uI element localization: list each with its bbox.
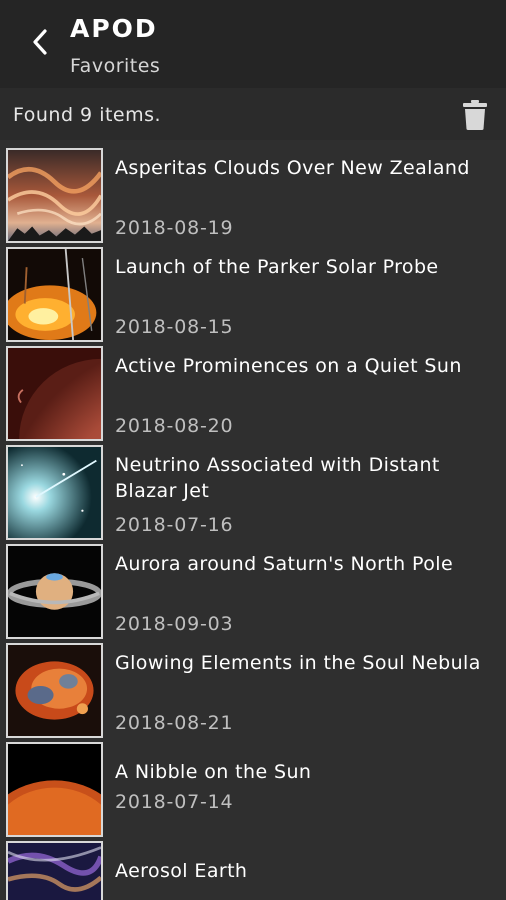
- list-item[interactable]: Launch of the Parker Solar Probe 2018-08…: [0, 244, 506, 343]
- thumbnail-image: [6, 643, 103, 738]
- thumbnail-image: [6, 445, 103, 540]
- app-bar: APOD Favorites: [0, 0, 506, 88]
- item-title: Aurora around Saturn's North Pole: [115, 553, 454, 575]
- item-title: Launch of the Parker Solar Probe: [115, 256, 439, 278]
- thumbnail-image: [6, 544, 103, 639]
- chevron-left-icon: [33, 29, 47, 55]
- list-item[interactable]: Aerosol Earth: [0, 838, 506, 900]
- app-title: APOD: [70, 14, 158, 43]
- item-date: 2018-07-14: [115, 791, 234, 813]
- list-item[interactable]: Asperitas Clouds Over New Zealand 2018-0…: [0, 145, 506, 244]
- back-button[interactable]: [22, 24, 58, 60]
- item-date: 2018-08-21: [115, 712, 234, 734]
- favorites-list: Asperitas Clouds Over New Zealand 2018-0…: [0, 145, 506, 900]
- item-title: A Nibble on the Sun: [115, 761, 312, 783]
- item-title: Aerosol Earth: [115, 860, 248, 882]
- results-count: Found 9 items.: [13, 104, 162, 126]
- list-item[interactable]: A Nibble on the Sun 2018-07-14: [0, 739, 506, 838]
- thumbnail-image: [6, 247, 103, 342]
- page-subtitle: Favorites: [70, 55, 161, 77]
- item-title: Asperitas Clouds Over New Zealand: [115, 157, 470, 179]
- thumbnail-image: [6, 346, 103, 441]
- item-title: Active Prominences on a Quiet Sun: [115, 355, 462, 377]
- item-title: Neutrino Associated with Distant Blazar …: [115, 454, 440, 502]
- item-date: 2018-07-16: [115, 514, 234, 536]
- list-item[interactable]: Active Prominences on a Quiet Sun 2018-0…: [0, 343, 506, 442]
- trash-icon: [463, 100, 487, 130]
- list-item[interactable]: Neutrino Associated with Distant Blazar …: [0, 442, 506, 541]
- item-date: 2018-09-03: [115, 613, 234, 635]
- thumbnail-image: [6, 841, 103, 900]
- item-date: 2018-08-19: [115, 217, 234, 239]
- list-item[interactable]: Aurora around Saturn's North Pole 2018-0…: [0, 541, 506, 640]
- item-title: Glowing Elements in the Soul Nebula: [115, 652, 481, 674]
- thumbnail-image: [6, 742, 103, 837]
- delete-all-button[interactable]: [459, 97, 491, 133]
- list-item[interactable]: Glowing Elements in the Soul Nebula 2018…: [0, 640, 506, 739]
- item-date: 2018-08-20: [115, 415, 234, 437]
- thumbnail-image: [6, 148, 103, 243]
- item-date: 2018-08-15: [115, 316, 234, 338]
